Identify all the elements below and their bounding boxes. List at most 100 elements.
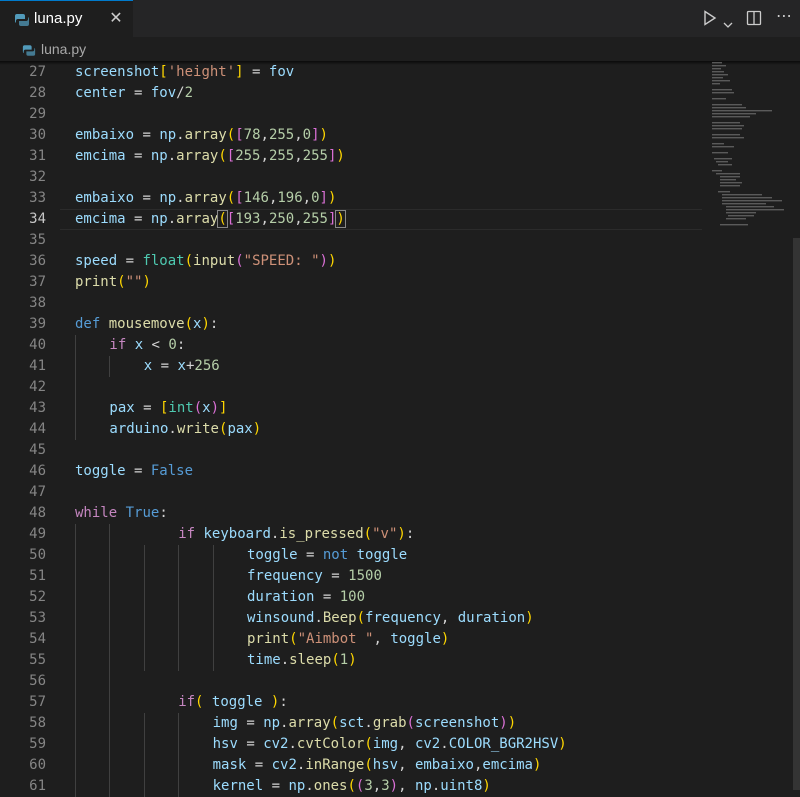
code-token: array [184,127,227,143]
code-line[interactable]: 32 [0,167,705,188]
code-token: frequency [365,610,441,626]
code-line[interactable]: 56 [0,671,705,692]
line-number: 29 [29,106,46,122]
code-token: 3 [381,778,390,794]
code-line[interactable]: 49 if keyboard.is_pressed("v"): [0,524,705,545]
code-text: embaixo = np.array([146,196,0]) [75,188,336,209]
code-line[interactable]: 30 embaixo = np.array([78,255,0]) [0,125,705,146]
code-line[interactable]: 53 winsound.Beep(frequency, duration) [0,608,705,629]
code-token: toggle [390,631,441,647]
code-line[interactable]: 37 print("") [0,272,705,293]
code-token: . [305,778,314,794]
code-line[interactable]: 33 embaixo = np.array([146,196,0]) [0,188,705,209]
code-line[interactable]: 59 hsv = cv2.cvtColor(img, cv2.COLOR_BGR2… [0,734,705,755]
line-number: 46 [29,463,46,479]
code-token: 255 [235,148,261,164]
code-token: : [279,694,288,710]
code-token: uint8 [440,778,483,794]
line-number: 31 [29,148,46,164]
code-line[interactable]: 48 while True: [0,503,705,524]
code-line[interactable]: 55 time.sleep(1) [0,650,705,671]
code-token: ( [218,148,227,164]
breadcrumb-file[interactable]: luna.py [41,41,86,57]
code-token: ) [327,253,337,269]
code-line[interactable]: 31 emcima = np.array([255,255,255]) [0,146,705,167]
code-line[interactable]: 44 arduino.write(pax) [0,419,705,440]
code-token: . [280,652,290,668]
code-token: = [246,757,272,773]
more-actions-icon[interactable]: ⋯ [776,6,793,25]
code-token: = [134,400,160,416]
code-token: : [159,505,168,521]
code-token: write [176,421,219,437]
code-token: 1 [339,652,349,668]
code-token: ] [219,400,228,416]
code-line[interactable]: 47 [0,482,705,503]
vertical-scrollbar[interactable] [793,238,800,790]
code-token: 1500 [348,568,382,584]
code-editor[interactable]: 27 screenshot['height'] = fov 28 center = f… [0,62,800,797]
code-token: , [398,778,415,794]
chevron-down-icon[interactable] [723,14,733,28]
code-token: ) [319,127,328,143]
code-line[interactable]: 29 [0,104,705,125]
code-token: : [176,337,186,353]
code-token: = [125,85,151,101]
code-token: [ [235,127,244,143]
code-line[interactable]: 35 [0,230,705,251]
code-token: ) [499,715,508,731]
code-line[interactable]: 54 print("Aimbot ", toggle) [0,629,705,650]
minimap[interactable] [706,62,791,790]
tab-luna-py[interactable]: luna.py ✕ [0,0,133,37]
code-token: 146 [243,190,269,206]
code-text: duration = 100 [247,587,365,608]
code-token: embaixo [75,127,135,143]
code-line[interactable]: 58 img = np.array(sct.grab(screenshot)) [0,713,705,734]
code-line[interactable]: 36 speed = float(input("SPEED: ")) [0,251,705,272]
code-text: if x < 0: [109,335,185,356]
code-text: emcima = np.array([193,250,255]) [75,209,346,230]
code-line[interactable]: 28 center = fov/2 [0,83,705,104]
line-number: 41 [29,358,46,374]
code-line[interactable]: 38 [0,293,705,314]
code-line[interactable]: 50 toggle = not toggle [0,545,705,566]
code-token: . [168,421,177,437]
code-line[interactable]: 40 if x < 0: [0,335,705,356]
code-line[interactable]: 61 kernel = np.ones((3,3), np.uint8) [0,776,705,797]
line-number: 47 [29,484,46,500]
code-token: , [373,631,391,647]
code-token: toggle [247,547,298,563]
code-token: . [440,736,449,752]
code-line[interactable]: 39 def mousemove(x): [0,314,705,335]
code-token: False [150,463,194,479]
code-token: 100 [339,589,366,605]
indent-guide [143,545,145,671]
code-line[interactable]: 60 mask = cv2.inRange(hsv, embaixo,emcima… [0,755,705,776]
code-line[interactable]: 45 [0,440,705,461]
code-line[interactable]: 41 x = x+256 [0,356,705,377]
split-editor-icon[interactable] [746,10,762,26]
code-token: = [314,589,340,605]
code-token: img [212,715,238,731]
code-token: [ [235,190,244,206]
code-line[interactable]: 27 screenshot['height'] = fov [0,62,705,83]
code-line[interactable]: 42 [0,377,705,398]
code-line[interactable]: 57 if( toggle ): [0,692,705,713]
code-token: = [125,211,151,227]
code-line[interactable]: 52 duration = 100 [0,587,705,608]
code-line[interactable]: 51 frequency = 1500 [0,566,705,587]
code-line[interactable]: 43 pax = [int(x)] [0,398,705,419]
code-line[interactable]: 46 toggle = False [0,461,705,482]
code-token: float [142,253,185,269]
code-token: time [247,652,281,668]
code-line[interactable]: 34 emcima = np.array([193,250,255]) [0,209,705,230]
run-icon[interactable] [703,10,717,26]
code-token: embaixo [75,190,135,206]
code-token: is_pressed [279,526,364,542]
code-token: ( [363,526,373,542]
close-icon[interactable]: ✕ [107,9,125,27]
line-number: 54 [29,631,46,647]
code-token: 250 [268,211,295,227]
line-number: 60 [29,757,46,773]
tab-title: luna.py [34,10,83,27]
